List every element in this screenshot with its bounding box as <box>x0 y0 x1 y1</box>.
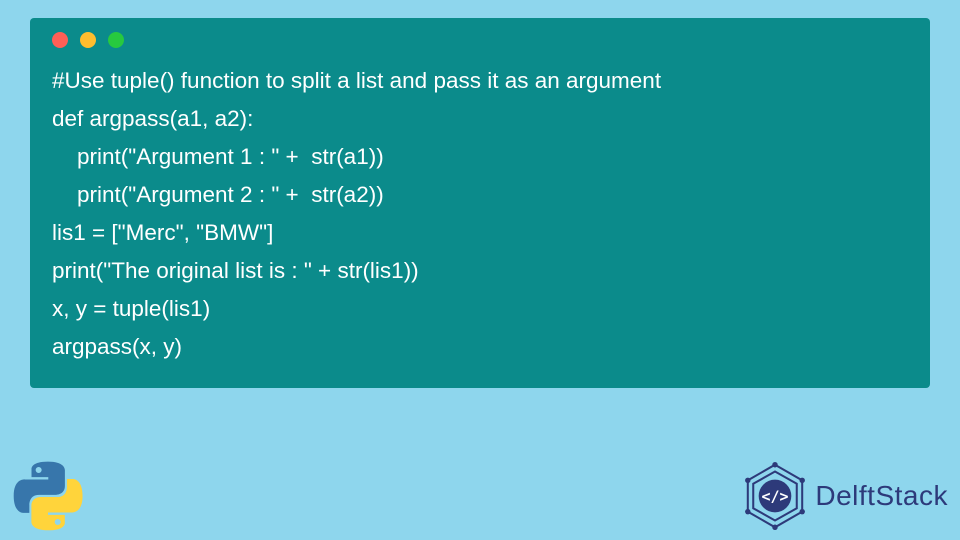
code-line: print("Argument 2 : " + str(a2)) <box>52 176 908 214</box>
code-line: print("The original list is : " + str(li… <box>52 252 908 290</box>
minimize-dot-icon <box>80 32 96 48</box>
code-block: #Use tuple() function to split a list an… <box>52 62 908 366</box>
close-dot-icon <box>52 32 68 48</box>
code-line: def argpass(a1, a2): <box>52 100 908 138</box>
code-line: #Use tuple() function to split a list an… <box>52 62 908 100</box>
code-window: #Use tuple() function to split a list an… <box>30 18 930 388</box>
brand-name: DelftStack <box>815 480 948 512</box>
delftstack-logo-icon: </> <box>741 462 809 530</box>
code-line: lis1 = ["Merc", "BMW"] <box>52 214 908 252</box>
svg-text:</>: </> <box>762 487 789 505</box>
code-line: argpass(x, y) <box>52 328 908 366</box>
delftstack-brand: </> DelftStack <box>741 462 948 530</box>
python-logo-icon <box>12 460 84 532</box>
window-controls <box>52 32 908 48</box>
code-line: x, y = tuple(lis1) <box>52 290 908 328</box>
code-line: print("Argument 1 : " + str(a1)) <box>52 138 908 176</box>
maximize-dot-icon <box>108 32 124 48</box>
